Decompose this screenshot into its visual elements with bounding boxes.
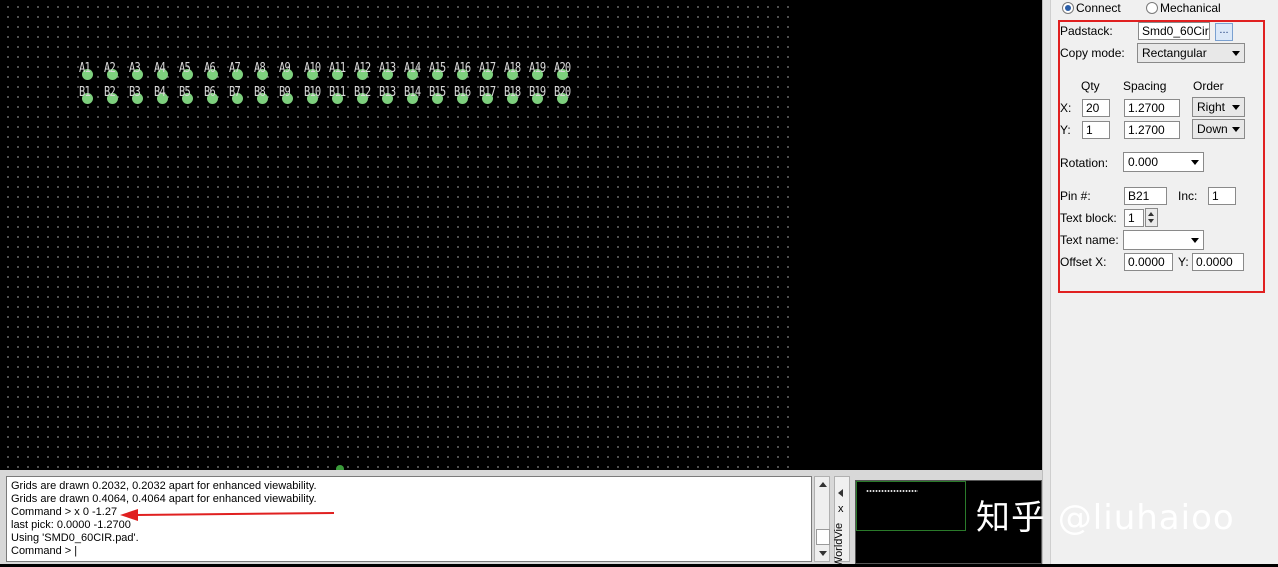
scroll-up-icon[interactable]: [819, 482, 827, 487]
pin-label: B13: [379, 85, 396, 100]
command-line: Using 'SMD0_60CIR.pad'.: [11, 532, 139, 544]
connect-radio[interactable]: [1062, 2, 1074, 14]
pin-label: A18: [504, 61, 521, 76]
pin-label: A11: [329, 61, 346, 76]
pin-label: A6: [204, 61, 216, 76]
pin-label: A19: [529, 61, 546, 76]
scroll-down-icon[interactable]: [819, 551, 827, 556]
pin-label: B1: [79, 85, 91, 100]
pin-label: B8: [254, 85, 266, 100]
pin-label: A7: [229, 61, 241, 76]
canvas-blank-area: [790, 0, 1042, 470]
scroll-thumb[interactable]: [816, 529, 830, 545]
command-line: Command > x 0 -1.27: [11, 506, 118, 518]
watermark-text: 知乎 @liuhaioo: [976, 498, 1235, 538]
close-icon[interactable]: x: [838, 503, 844, 515]
command-line: last pick: 0.0000 -1.2700: [11, 519, 131, 531]
command-prompt[interactable]: Command > |: [11, 545, 77, 557]
pin-label: A17: [479, 61, 496, 76]
pin-label: A16: [454, 61, 471, 76]
connect-label: Connect: [1076, 1, 1121, 15]
pin-label: B11: [329, 85, 346, 100]
command-scrollbar[interactable]: [814, 476, 830, 562]
pin-label: A10: [304, 61, 321, 76]
pin-label: A5: [179, 61, 191, 76]
pin-label: A13: [379, 61, 396, 76]
pin-label: B6: [204, 85, 216, 100]
pin-label: B5: [179, 85, 191, 100]
pin-label: B4: [154, 85, 166, 100]
command-line: Grids are drawn 0.2032, 0.2032 apart for…: [11, 480, 317, 492]
pin-label: A15: [429, 61, 446, 76]
pin-label: B14: [404, 85, 421, 100]
mechanical-label: Mechanical: [1160, 1, 1221, 15]
mechanical-radio[interactable]: [1146, 2, 1158, 14]
pin-label: A3: [129, 61, 141, 76]
pin-label: B3: [129, 85, 141, 100]
worldview-pads-preview: [866, 489, 918, 493]
pin-label: A1: [79, 61, 91, 76]
pin-label: B18: [504, 85, 521, 100]
worldview-tab-label: WorldVie: [833, 522, 846, 567]
pin-label: B7: [229, 85, 241, 100]
pin-label: A14: [404, 61, 421, 76]
highlight-box: [1058, 20, 1265, 293]
red-arrow-annotation: [120, 509, 335, 521]
pin-label: B19: [529, 85, 546, 100]
pin-label: A20: [554, 61, 571, 76]
design-canvas[interactable]: A1 A2 A3 A4 A5 A6 A7 A8 A9 A10 A11 A12 A13 A14 A15 A16 A…: [0, 0, 1042, 470]
pin-label: A12: [354, 61, 371, 76]
pin-label: B16: [454, 85, 471, 100]
pin-label: A9: [279, 61, 291, 76]
collapse-icon[interactable]: [838, 489, 843, 497]
pin-label: B9: [279, 85, 291, 100]
pin-label: B10: [304, 85, 321, 100]
pad-array: A1 A2 A3 A4 A5 A6 A7 A8 A9 A10 A11 A12 A13 A14 A15 A16 A…: [0, 0, 790, 470]
pin-label: A8: [254, 61, 266, 76]
pin-label: B20: [554, 85, 571, 100]
pin-label: A4: [154, 61, 166, 76]
pin-label: A2: [104, 61, 116, 76]
pin-label: B2: [104, 85, 116, 100]
pin-label: B15: [429, 85, 446, 100]
pin-label: B12: [354, 85, 371, 100]
worldview-tab[interactable]: x WorldVie: [833, 476, 850, 567]
pin-label: B17: [479, 85, 496, 100]
